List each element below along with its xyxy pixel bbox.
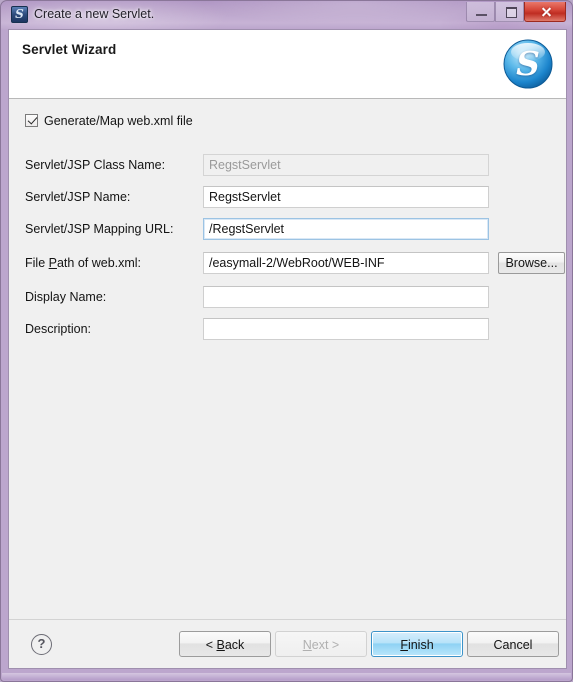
generate-webxml-label: Generate/Map web.xml file — [44, 114, 193, 128]
back-button-mnemonic: B — [216, 638, 225, 652]
browse-button[interactable]: Browse... — [498, 252, 565, 274]
servlet-icon: S — [11, 6, 28, 23]
servlet-name-input[interactable] — [203, 186, 489, 208]
field-row-servlet-name: Servlet/JSP Name: — [9, 186, 566, 212]
servlet-banner-glyph: S — [516, 44, 540, 83]
help-icon[interactable]: ? — [31, 634, 52, 655]
servlet-icon-glyph: S — [15, 7, 24, 21]
dialog-window: S Create a new Servlet. Servlet Wizard S… — [0, 0, 573, 682]
generate-webxml-checkbox-row[interactable]: Generate/Map web.xml file — [25, 112, 193, 130]
finish-button-mnemonic: F — [400, 638, 408, 652]
back-button-pre: < — [205, 638, 217, 652]
servlet-mapping-url-input[interactable] — [203, 218, 489, 240]
checkbox-icon[interactable] — [25, 114, 38, 127]
dialog-client-area: Servlet Wizard S Generate/Map web.xml fi… — [8, 29, 567, 669]
label-web-xml-path: File Path of web.xml: — [25, 256, 141, 270]
page-title: Servlet Wizard — [22, 42, 117, 57]
field-row-servlet-class-name: Servlet/JSP Class Name: — [9, 154, 566, 180]
window-frame-bottom — [2, 673, 571, 680]
field-row-display-name: Display Name: — [9, 286, 566, 312]
next-button-post: ext > — [311, 638, 340, 652]
label-servlet-name: Servlet/JSP Name: — [25, 190, 131, 204]
cancel-button[interactable]: Cancel — [467, 631, 559, 657]
field-row-web-xml-path: File Path of web.xml: Browse... — [9, 252, 566, 278]
field-row-servlet-mapping-url: Servlet/JSP Mapping URL: — [9, 218, 566, 244]
maximize-icon — [506, 7, 517, 18]
maximize-button[interactable] — [495, 2, 524, 22]
next-button-mnemonic: N — [302, 638, 312, 652]
display-name-input[interactable] — [203, 286, 489, 308]
label-web-xml-path-post: ath of web.xml: — [56, 256, 142, 270]
label-servlet-mapping-url: Servlet/JSP Mapping URL: — [25, 222, 174, 236]
next-button[interactable]: Next > — [275, 631, 367, 657]
description-input[interactable] — [203, 318, 489, 340]
label-description: Description: — [25, 322, 91, 336]
close-button[interactable] — [524, 2, 566, 22]
web-xml-path-input[interactable] — [203, 252, 489, 274]
back-button-post: ack — [224, 638, 245, 652]
wizard-form: Generate/Map web.xml file Servlet/JSP Cl… — [9, 99, 566, 619]
title-bar[interactable]: S Create a new Servlet. — [1, 1, 573, 29]
window-title: Create a new Servlet. — [34, 7, 155, 21]
label-display-name: Display Name: — [25, 290, 107, 304]
label-servlet-class-name: Servlet/JSP Class Name: — [25, 158, 166, 172]
dialog-button-bar: ? < Back Next > Finish Cancel — [9, 619, 566, 668]
back-button[interactable]: < Back — [179, 631, 271, 657]
minimize-button[interactable] — [466, 2, 495, 22]
servlet-class-name-input[interactable] — [203, 154, 489, 176]
field-row-description: Description: — [9, 318, 566, 344]
servlet-banner-icon: S — [501, 37, 555, 91]
finish-button[interactable]: Finish — [371, 631, 463, 657]
label-web-xml-path-mnemonic: P — [48, 256, 57, 270]
finish-button-post: inish — [407, 638, 434, 652]
label-web-xml-path-pre: File — [25, 256, 49, 270]
wizard-header: Servlet Wizard S — [9, 30, 566, 99]
minimize-icon — [476, 14, 487, 16]
